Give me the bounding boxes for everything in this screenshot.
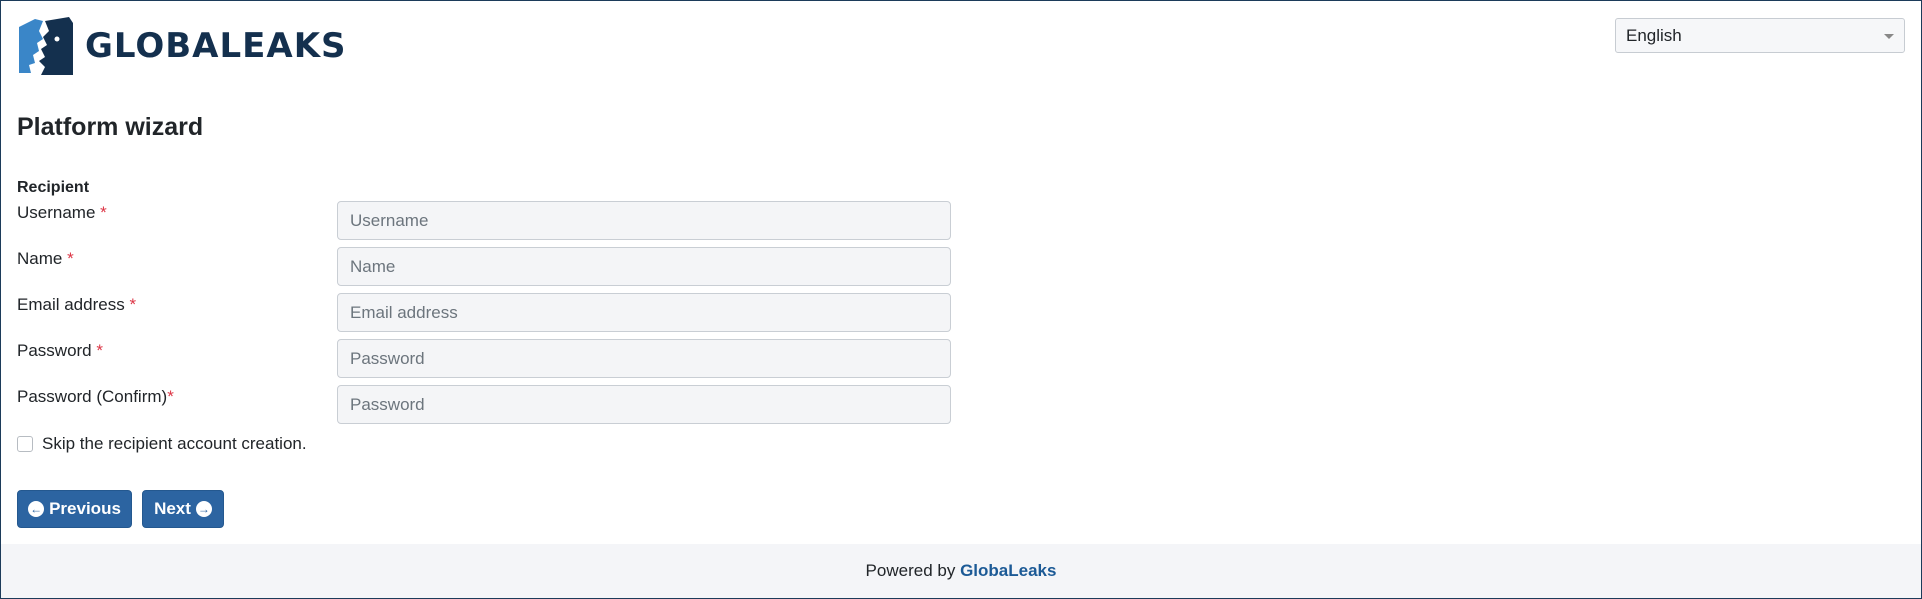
email-label: Email address * (17, 295, 136, 315)
header: GLOBALEAKS English (17, 17, 1905, 75)
username-input[interactable] (337, 201, 951, 240)
password-confirm-label-text: Password (Confirm) (17, 387, 168, 406)
page-frame: GLOBALEAKS English Platform wizard Recip… (0, 0, 1922, 599)
password-label-text: Password (17, 341, 92, 360)
email-input[interactable] (337, 293, 951, 332)
next-button[interactable]: Next → (142, 490, 224, 528)
email-label-text: Email address (17, 295, 125, 314)
arrow-left-circle-icon: ← (28, 501, 45, 517)
required-mark: * (67, 249, 74, 268)
footer-prefix: Powered by (865, 561, 956, 580)
password-label: Password * (17, 341, 103, 361)
required-mark: * (129, 295, 137, 314)
next-button-label: Next (154, 499, 191, 518)
password-confirm-label: Password (Confirm)* (17, 387, 174, 407)
arrow-right-circle-icon: → (195, 501, 212, 517)
password-input[interactable] (337, 339, 951, 378)
skip-recipient-label: Skip the recipient account creation. (42, 434, 307, 453)
name-label-text: Name (17, 249, 63, 268)
skip-recipient-row[interactable]: Skip the recipient account creation. (17, 434, 307, 454)
required-mark: * (167, 387, 174, 406)
previous-button-label: Previous (49, 499, 121, 518)
language-selected: English (1626, 26, 1682, 45)
logo-text: GLOBALEAKS (85, 26, 347, 66)
chevron-down-icon (1884, 34, 1894, 39)
username-label-text: Username (17, 203, 96, 222)
logo-faces-icon (19, 17, 73, 75)
required-mark: * (96, 341, 103, 360)
username-label: Username * (17, 203, 107, 223)
language-select[interactable]: English (1615, 18, 1905, 53)
password-confirm-input[interactable] (337, 385, 951, 424)
previous-button[interactable]: ← Previous (17, 490, 132, 528)
name-input[interactable] (337, 247, 951, 286)
page-title: Platform wizard (17, 113, 204, 141)
required-mark: * (100, 203, 107, 222)
footer: Powered by GlobaLeaks (1, 544, 1921, 598)
section-label-recipient: Recipient (17, 179, 90, 196)
name-label: Name * (17, 249, 74, 269)
skip-recipient-checkbox[interactable] (17, 436, 33, 452)
globaleaks-logo[interactable]: GLOBALEAKS (17, 17, 347, 75)
footer-globaleaks-link[interactable]: GlobaLeaks (960, 561, 1056, 580)
